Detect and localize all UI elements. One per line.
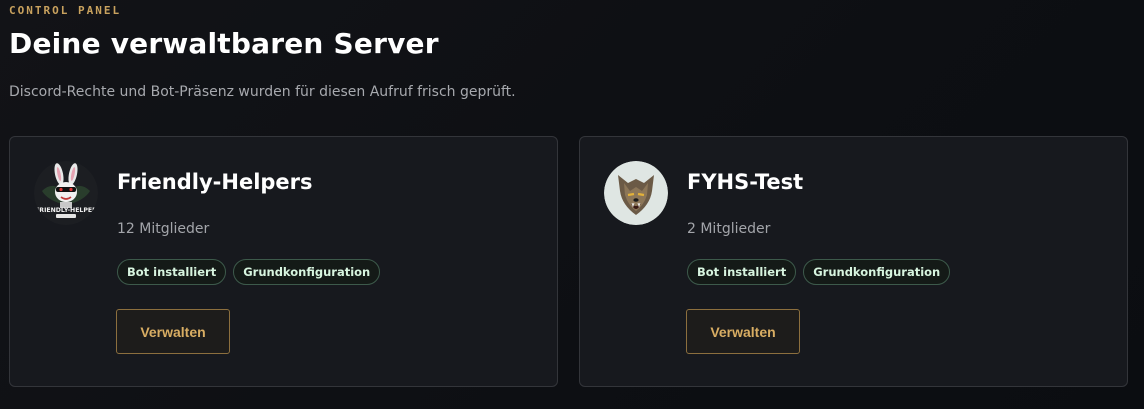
server-name: FYHS-Test <box>687 170 804 194</box>
server-card-fyhs-test: FYHS-Test 2 Mitglieder Bot installiert G… <box>579 136 1128 387</box>
rabbit-logo-icon: FRIENDLY-HELPER <box>34 161 98 225</box>
status-badge-bot-installed: Bot installiert <box>117 259 227 285</box>
server-name: Friendly-Helpers <box>117 170 313 194</box>
manage-button[interactable]: Verwalten <box>686 309 800 354</box>
server-avatar <box>604 161 668 225</box>
member-count: 2 Mitglieder <box>687 221 771 237</box>
server-avatar: FRIENDLY-HELPER <box>34 161 98 225</box>
member-count: 12 Mitglieder <box>117 221 210 237</box>
control-panel-page: CONTROL PANEL Deine verwaltbaren Server … <box>0 0 1144 409</box>
server-card-friendly-helpers: FRIENDLY-HELPER Friendly-Helpers 12 Mitg… <box>9 136 558 387</box>
badge-list: Bot installiert Grundkonfiguration <box>117 259 381 285</box>
status-badge-bot-installed: Bot installiert <box>687 259 797 285</box>
page-title: Deine verwaltbaren Server <box>9 27 439 60</box>
status-badge-base-config: Grundkonfiguration <box>803 259 951 285</box>
manage-button[interactable]: Verwalten <box>116 309 230 354</box>
svg-text:FRIENDLY-HELPER: FRIENDLY-HELPER <box>35 207 97 214</box>
eyebrow-label: CONTROL PANEL <box>9 4 122 17</box>
page-subtitle: Discord-Rechte und Bot-Präsenz wurden fü… <box>9 84 516 100</box>
badge-list: Bot installiert Grundkonfiguration <box>687 259 951 285</box>
wolf-icon <box>604 161 668 225</box>
status-badge-base-config: Grundkonfiguration <box>233 259 381 285</box>
